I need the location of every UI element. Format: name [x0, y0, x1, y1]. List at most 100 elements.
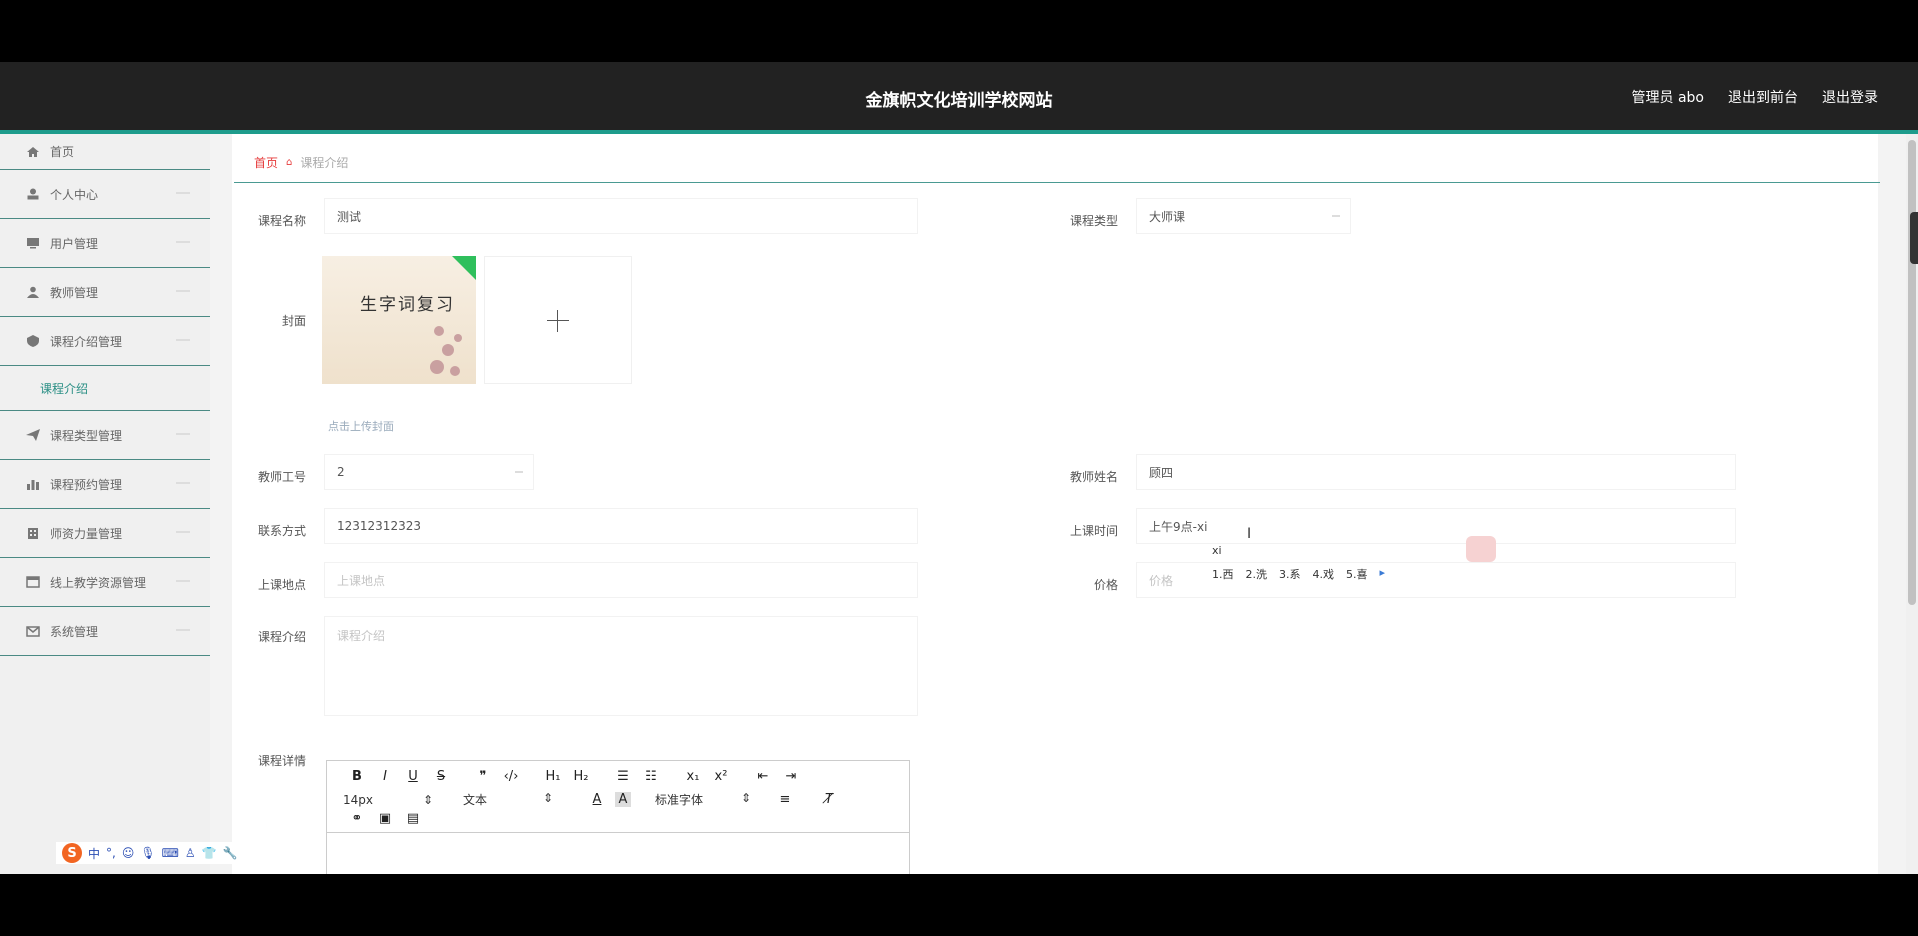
- clear-format-icon[interactable]: T̸: [815, 792, 843, 807]
- chevron-icon: [176, 629, 190, 631]
- plum-blossom: [430, 360, 444, 374]
- sidebar-item-users[interactable]: 用户管理: [0, 219, 210, 268]
- detail-label: 课程详情: [257, 754, 306, 768]
- ime-candidate[interactable]: 3.系: [1279, 566, 1301, 582]
- breadcrumb-home[interactable]: 首页: [254, 154, 278, 171]
- font-size-value: 14px: [343, 792, 373, 807]
- location-input[interactable]: 上课地点: [324, 562, 918, 598]
- background-color-icon[interactable]: A: [615, 792, 631, 807]
- user-icon[interactable]: ♙: [185, 846, 196, 860]
- sidebar-item-course-types[interactable]: 课程类型管理: [0, 411, 210, 460]
- outdent-button[interactable]: ⇤: [749, 769, 777, 784]
- chevron-icon: [176, 192, 190, 194]
- sidebar-item-online-resources[interactable]: 线上教学资源管理: [0, 558, 210, 607]
- superscript-button[interactable]: x²: [707, 769, 735, 784]
- sidebar-item-system[interactable]: 系统管理: [0, 607, 210, 656]
- cover-image[interactable]: 生字词复习: [322, 256, 476, 384]
- ime-next-page-icon[interactable]: ▸: [1380, 566, 1386, 582]
- check-corner-icon: [452, 256, 476, 280]
- sidebar-item-course-booking[interactable]: 课程预约管理: [0, 460, 210, 509]
- keyboard-icon[interactable]: ⌨: [162, 846, 179, 860]
- sidebar-item-home[interactable]: 首页: [0, 134, 210, 170]
- monitor-icon: [26, 237, 40, 249]
- class-time-input[interactable]: 上午9点-xi: [1136, 508, 1736, 544]
- microphone-icon[interactable]: 🎙: [140, 846, 155, 860]
- teacher-id-value: 2: [337, 465, 345, 479]
- course-name-label: 课程名称: [257, 214, 306, 228]
- course-name-input[interactable]: 测试: [324, 198, 918, 234]
- intro-textarea[interactable]: [324, 616, 918, 716]
- intro-label: 课程介绍: [257, 630, 306, 644]
- admin-name-link[interactable]: 管理员 abo: [1632, 87, 1704, 107]
- ime-candidate[interactable]: 1.西: [1212, 566, 1234, 582]
- ordered-list-button[interactable]: ☰: [609, 769, 637, 784]
- align-icon[interactable]: ≡: [771, 792, 799, 807]
- skin-icon[interactable]: 👕: [202, 846, 217, 860]
- block-format-select[interactable]: 文本 ⇕: [463, 791, 553, 808]
- ime-language-toggle[interactable]: 中: [88, 845, 100, 862]
- teacher-name-input[interactable]: 顾四: [1136, 454, 1736, 490]
- sidebar-item-label: 教师管理: [50, 285, 99, 300]
- font-size-select[interactable]: 14px ⇕: [343, 793, 433, 807]
- sogou-logo-icon[interactable]: S: [62, 843, 82, 863]
- code-block-button[interactable]: ‹/›: [497, 769, 525, 784]
- emoji-icon[interactable]: ☺: [122, 846, 135, 860]
- font-family-select[interactable]: 标准字体 ⇕: [655, 791, 751, 808]
- strike-button[interactable]: S: [427, 769, 455, 784]
- breadcrumb-current: 课程介绍: [300, 156, 349, 170]
- underline-button[interactable]: U: [399, 769, 427, 784]
- logout-link[interactable]: 退出登录: [1822, 87, 1878, 107]
- plum-blossom: [454, 334, 462, 342]
- site-title: 金旗帜文化培训学校网站: [865, 91, 1053, 111]
- side-panel-handle[interactable]: [1910, 212, 1918, 264]
- ime-composing-text: xi: [1212, 544, 1222, 557]
- ime-candidate[interactable]: 4.戏: [1313, 566, 1335, 582]
- teacher-id-label: 教师工号: [257, 470, 306, 484]
- scrollbar-thumb[interactable]: [1908, 140, 1916, 605]
- video-icon[interactable]: ▤: [399, 811, 427, 826]
- ime-logo-icon: [1466, 536, 1496, 562]
- link-icon[interactable]: ⚭: [343, 811, 371, 826]
- teacher-id-select[interactable]: 2: [324, 454, 534, 490]
- sidebar-item-teachers[interactable]: 教师管理: [0, 268, 210, 317]
- ime-candidate[interactable]: 5.喜: [1346, 566, 1368, 582]
- send-icon: [26, 429, 40, 441]
- blockquote-button[interactable]: ❞: [469, 769, 497, 784]
- contact-label: 联系方式: [257, 524, 306, 538]
- course-type-select[interactable]: 大师课: [1136, 198, 1351, 234]
- ime-candidate[interactable]: 2.洗: [1246, 566, 1268, 582]
- breadcrumb-divider: [234, 182, 1880, 183]
- sidebar-item-course-intro[interactable]: 课程介绍管理: [0, 317, 210, 366]
- home-icon: [26, 146, 40, 158]
- teacher-name-label: 教师姓名: [1069, 470, 1118, 484]
- heading2-button[interactable]: H₂: [567, 769, 595, 784]
- contact-input[interactable]: 12312312323: [324, 508, 918, 544]
- sidebar-item-faculty[interactable]: 师资力量管理: [0, 509, 210, 558]
- wrench-icon[interactable]: 🔧: [223, 846, 238, 860]
- sidebar-item-label: 用户管理: [50, 236, 99, 251]
- header-links: 管理员 abo 退出到前台 退出登录: [1632, 87, 1878, 107]
- chevron-icon: [176, 290, 190, 292]
- bold-button[interactable]: B: [343, 769, 371, 784]
- sidebar-item-personal[interactable]: 个人中心: [0, 170, 210, 219]
- image-icon[interactable]: ▣: [371, 811, 399, 826]
- heading1-button[interactable]: H₁: [539, 769, 567, 784]
- updown-icon: ⇕: [740, 791, 751, 805]
- subscript-button[interactable]: x₁: [679, 769, 707, 784]
- cover-label: 封面: [281, 314, 306, 328]
- exit-to-front-link[interactable]: 退出到前台: [1728, 87, 1798, 107]
- sidebar-item-label: 课程预约管理: [50, 477, 123, 492]
- plus-icon: [547, 320, 569, 321]
- punctuation-icon[interactable]: °,: [106, 846, 116, 860]
- bullet-list-button[interactable]: ☷: [637, 769, 665, 784]
- font-color-icon[interactable]: A: [583, 792, 611, 807]
- cover-image-text: 生字词复习: [360, 295, 455, 315]
- chevron-icon: [176, 433, 190, 435]
- sidebar-subitem-course-intro[interactable]: 课程介绍: [0, 366, 210, 411]
- indent-button[interactable]: ⇥: [777, 769, 805, 784]
- updown-icon: ⇕: [422, 792, 433, 807]
- upload-cover-button[interactable]: [484, 256, 632, 384]
- italic-button[interactable]: I: [371, 769, 399, 784]
- block-format-value: 文本: [463, 793, 488, 807]
- rich-text-editor: B I U S ❞ ‹/› H₁ H₂ ☰ ☷ x₁ x² ⇤ ⇥ 14px ⇕: [326, 760, 910, 874]
